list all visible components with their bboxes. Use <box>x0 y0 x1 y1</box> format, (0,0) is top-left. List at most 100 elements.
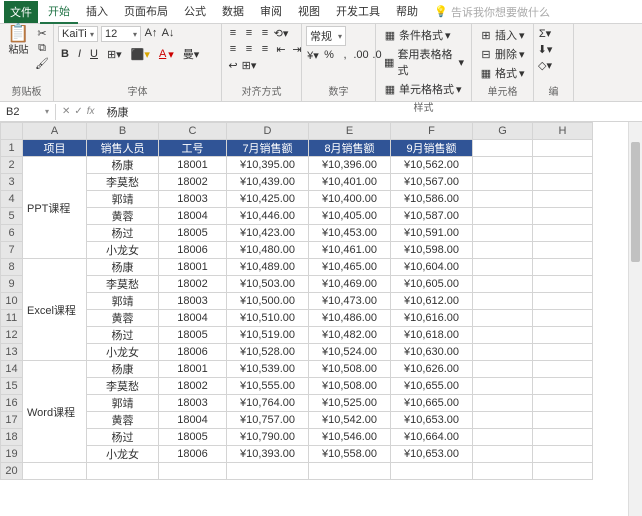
row-header[interactable]: 5 <box>1 208 23 225</box>
paste-icon[interactable]: 📋 <box>12 26 26 40</box>
merge-icon[interactable]: ⊞▾ <box>242 58 256 72</box>
cell[interactable] <box>473 259 533 276</box>
cell[interactable] <box>533 446 593 463</box>
cell[interactable] <box>473 140 533 157</box>
align-mid-icon[interactable]: ≡ <box>242 26 256 40</box>
tellme[interactable]: 💡告诉我你想要做什么 <box>434 4 550 20</box>
tab-2[interactable]: 页面布局 <box>116 0 176 24</box>
dec-inc-icon[interactable]: .00 <box>354 48 368 62</box>
table-header[interactable]: 8月销售额 <box>309 140 391 157</box>
cell[interactable]: 18004 <box>159 310 227 327</box>
cell[interactable] <box>533 225 593 242</box>
cell[interactable]: ¥10,605.00 <box>391 276 473 293</box>
row-header[interactable]: 13 <box>1 344 23 361</box>
cell[interactable] <box>533 429 593 446</box>
cell[interactable] <box>533 208 593 225</box>
cell[interactable]: ¥10,423.00 <box>227 225 309 242</box>
cell[interactable]: 18004 <box>159 412 227 429</box>
cell[interactable]: 杨过 <box>87 429 159 446</box>
cell[interactable]: ¥10,425.00 <box>227 191 309 208</box>
cell[interactable]: ¥10,604.00 <box>391 259 473 276</box>
cell[interactable]: ¥10,465.00 <box>309 259 391 276</box>
cell[interactable] <box>473 276 533 293</box>
cell[interactable]: ¥10,405.00 <box>309 208 391 225</box>
cell[interactable]: ¥10,790.00 <box>227 429 309 446</box>
cell[interactable]: 李莫愁 <box>87 174 159 191</box>
cell[interactable]: 18002 <box>159 378 227 395</box>
cell[interactable]: ¥10,486.00 <box>309 310 391 327</box>
cell[interactable]: 小龙女 <box>87 242 159 259</box>
cell[interactable] <box>533 412 593 429</box>
cell[interactable] <box>533 327 593 344</box>
cell[interactable] <box>533 463 593 480</box>
cell[interactable]: 18001 <box>159 157 227 174</box>
copy-icon[interactable]: ⧉ <box>35 41 49 55</box>
grow-font-icon[interactable]: A↑ <box>144 26 158 40</box>
scrollbar-thumb[interactable] <box>631 142 640 262</box>
cell[interactable]: ¥10,555.00 <box>227 378 309 395</box>
col-header[interactable]: E <box>309 123 391 140</box>
cell[interactable]: ¥10,400.00 <box>309 191 391 208</box>
border-btn[interactable]: ⊞▾ <box>104 45 125 63</box>
cell[interactable]: ¥10,587.00 <box>391 208 473 225</box>
table-header[interactable]: 销售人员 <box>87 140 159 157</box>
cell[interactable]: ¥10,510.00 <box>227 310 309 327</box>
cell[interactable]: 小龙女 <box>87 344 159 361</box>
cell[interactable]: ¥10,664.00 <box>391 429 473 446</box>
cell[interactable]: ¥10,655.00 <box>391 378 473 395</box>
cell[interactable]: ¥10,528.00 <box>227 344 309 361</box>
col-header[interactable]: B <box>87 123 159 140</box>
name-box[interactable]: B2 <box>0 104 56 120</box>
table-format-btn[interactable]: ▦套用表格格式▾ <box>380 45 467 79</box>
row-header[interactable]: 10 <box>1 293 23 310</box>
formula-input[interactable]: 杨康 <box>101 102 642 122</box>
insert-btn[interactable]: ⊞插入▾ <box>476 26 528 44</box>
cell[interactable]: ¥10,653.00 <box>391 446 473 463</box>
cell[interactable] <box>533 378 593 395</box>
cell[interactable] <box>473 174 533 191</box>
cell[interactable]: ¥10,480.00 <box>227 242 309 259</box>
cell[interactable] <box>473 446 533 463</box>
cell[interactable]: ¥10,567.00 <box>391 174 473 191</box>
cell[interactable]: 18006 <box>159 344 227 361</box>
cell[interactable]: ¥10,618.00 <box>391 327 473 344</box>
tab-1[interactable]: 插入 <box>78 0 116 24</box>
cell[interactable]: 18005 <box>159 429 227 446</box>
align-center-icon[interactable]: ≡ <box>242 42 256 56</box>
cell[interactable] <box>533 395 593 412</box>
wrap-icon[interactable]: ↩ <box>226 58 240 72</box>
group-cell[interactable]: PPT课程 <box>23 157 87 259</box>
cell[interactable]: 18002 <box>159 174 227 191</box>
row-header[interactable]: 19 <box>1 446 23 463</box>
painter-icon[interactable]: 🖌 <box>35 56 49 70</box>
worksheet[interactable]: ABCDEFGH1项目销售人员工号7月销售额8月销售额9月销售额2PPT课程杨康… <box>0 122 642 516</box>
row-header[interactable]: 15 <box>1 378 23 395</box>
cell[interactable]: ¥10,630.00 <box>391 344 473 361</box>
col-header[interactable]: D <box>227 123 309 140</box>
align-left-icon[interactable]: ≡ <box>226 42 240 56</box>
cell[interactable] <box>473 327 533 344</box>
phonetic-btn[interactable]: 曼▾ <box>180 45 203 63</box>
cell[interactable]: ¥10,508.00 <box>309 378 391 395</box>
cell[interactable]: 小龙女 <box>87 446 159 463</box>
fill-down-icon[interactable]: ⬇▾ <box>538 42 552 56</box>
currency-icon[interactable]: ¥▾ <box>306 48 320 62</box>
comma-icon[interactable]: , <box>338 48 352 62</box>
tab-0[interactable]: 开始 <box>40 0 78 24</box>
cell[interactable] <box>473 242 533 259</box>
cell[interactable]: ¥10,508.00 <box>309 361 391 378</box>
cell[interactable] <box>533 191 593 208</box>
cell[interactable]: ¥10,489.00 <box>227 259 309 276</box>
cell[interactable]: 杨康 <box>87 157 159 174</box>
group-cell[interactable]: Excel课程 <box>23 259 87 361</box>
cell[interactable] <box>473 157 533 174</box>
cell[interactable]: ¥10,764.00 <box>227 395 309 412</box>
cell[interactable] <box>227 463 309 480</box>
row-header[interactable]: 1 <box>1 140 23 157</box>
cell[interactable] <box>23 463 87 480</box>
row-header[interactable]: 12 <box>1 327 23 344</box>
row-header[interactable]: 9 <box>1 276 23 293</box>
cell[interactable]: 18005 <box>159 225 227 242</box>
cell[interactable] <box>473 344 533 361</box>
shrink-font-icon[interactable]: A↓ <box>161 26 175 40</box>
